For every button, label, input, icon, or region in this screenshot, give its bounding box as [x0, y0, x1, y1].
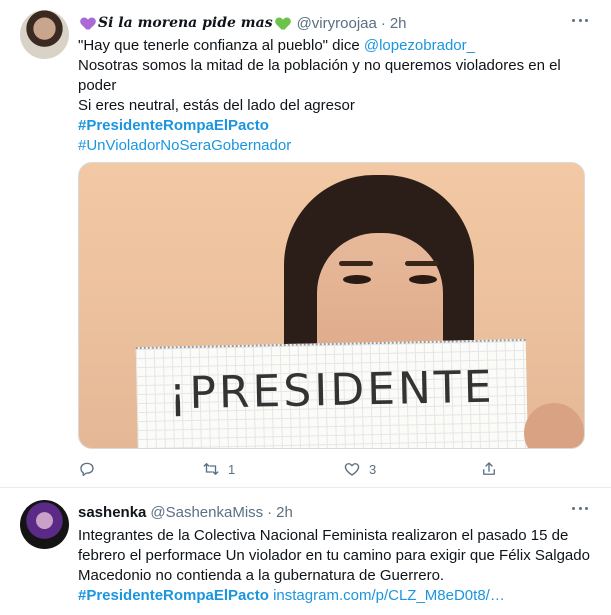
external-link[interactable]: instagram.com/p/CLZ_M8eD0t8/…	[273, 587, 505, 604]
reply-button[interactable]	[78, 458, 96, 480]
like-count: 3	[369, 461, 377, 477]
tweet-body: Integrantes de la Colectiva Nacional Fem…	[78, 527, 590, 584]
reply-icon	[80, 462, 94, 477]
user-handle[interactable]: @viryroojaa	[297, 15, 377, 32]
photo-sign: ¡PRESIDENTE	[135, 338, 529, 448]
tweet-photo[interactable]: ¡PRESIDENTE	[78, 162, 585, 449]
tweet-line: Nosotras somos la mitad de la población …	[78, 57, 561, 94]
tweet-header: Si la morena pide mas @viryroojaa · 2h	[78, 13, 601, 33]
tweet[interactable]: Si la morena pide mas @viryroojaa · 2h "…	[0, 0, 611, 488]
photo-eye	[343, 275, 371, 284]
text-segment: "Hay que tenerle confianza al pueblo" di…	[78, 37, 364, 54]
photo-brow	[339, 261, 373, 266]
hashtag-link[interactable]: #UnVioladorNoSeraGobernador	[78, 137, 291, 154]
avatar[interactable]	[20, 500, 69, 549]
tweet-actions: 1 3	[78, 458, 508, 480]
user-handle[interactable]: @SashenkaMiss	[150, 504, 263, 521]
tweet-line: Si eres neutral, estás del lado del agre…	[78, 97, 355, 114]
tweet-header: sashenka @SashenkaMiss · 2h	[78, 502, 601, 522]
separator: ·	[267, 503, 273, 521]
photo-eye	[409, 275, 437, 284]
hashtag-link[interactable]: #PresidenteRompaElPacto	[78, 117, 269, 134]
separator: ·	[380, 14, 386, 32]
photo-brow	[405, 261, 439, 266]
display-name[interactable]: sashenka	[78, 504, 146, 521]
purple-heart-icon	[81, 18, 95, 31]
retweet-icon	[203, 463, 219, 475]
share-button[interactable]	[480, 458, 498, 480]
tweet[interactable]: sashenka @SashenkaMiss · 2h Integrantes …	[0, 488, 611, 615]
green-heart-icon	[276, 18, 290, 31]
photo-hand	[524, 403, 584, 448]
hashtag-link[interactable]: #PresidenteRompaElPacto	[78, 587, 269, 604]
tweet-text: Integrantes de la Colectiva Nacional Fem…	[78, 526, 591, 606]
timestamp[interactable]: 2h	[390, 15, 407, 32]
more-dots-icon[interactable]	[567, 498, 593, 518]
retweet-button[interactable]: 1	[202, 458, 235, 480]
sign-text: ¡PRESIDENTE	[168, 361, 496, 420]
tweet-text: "Hay que tenerle confianza al pueblo" di…	[78, 36, 591, 156]
timestamp[interactable]: 2h	[276, 504, 293, 521]
retweet-count: 1	[228, 461, 236, 477]
share-icon	[483, 462, 495, 475]
more-dots-icon[interactable]	[567, 10, 593, 30]
tweet-line: "Hay que tenerle confianza al pueblo" di…	[78, 36, 591, 56]
display-name[interactable]: Si la morena pide mas	[98, 15, 273, 31]
mention-link[interactable]: @lopezobrador_	[364, 37, 475, 54]
like-button[interactable]: 3	[343, 458, 376, 480]
avatar[interactable]	[20, 10, 69, 59]
like-icon	[344, 463, 360, 476]
